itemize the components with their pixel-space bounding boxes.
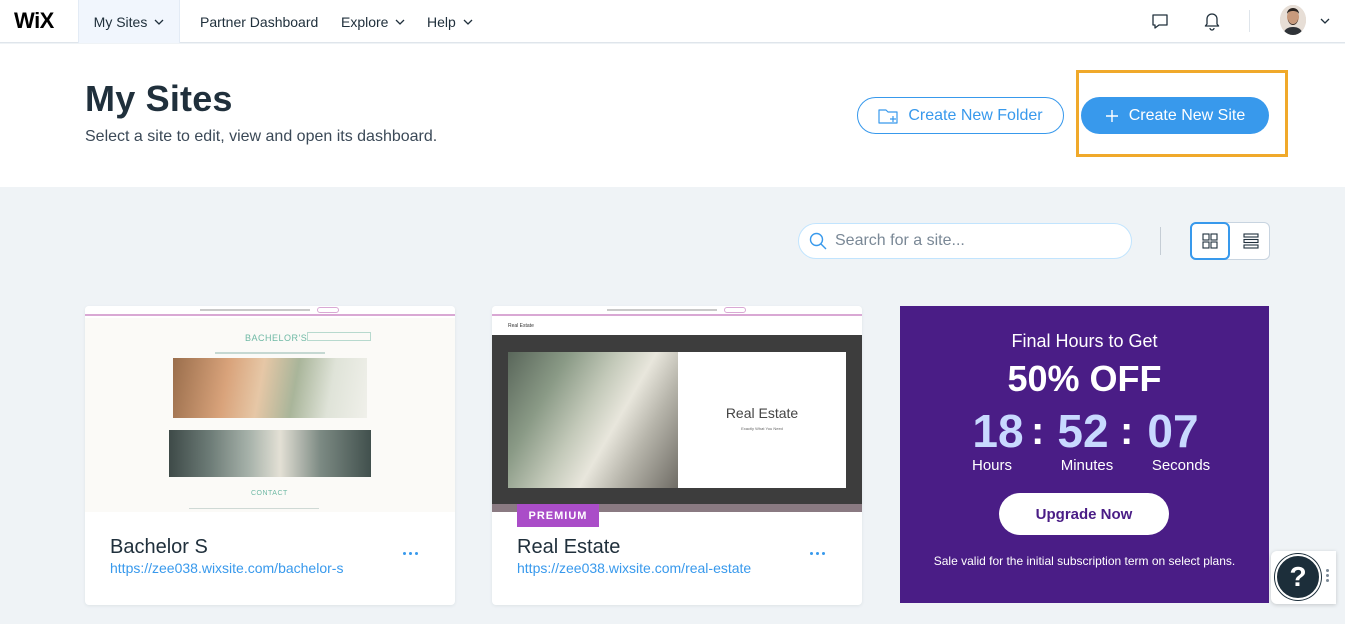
thumbnail-banner-text — [200, 309, 310, 311]
divider — [1249, 10, 1250, 32]
create-new-site-label: Create New Site — [1128, 106, 1246, 124]
countdown-separator: : — [1120, 409, 1134, 453]
avatar[interactable] — [1280, 5, 1306, 35]
help-widget: ? — [1271, 551, 1336, 604]
folder-plus-icon — [878, 108, 898, 124]
countdown-minutes: 52 — [1057, 405, 1109, 457]
chevron-down-icon — [154, 19, 164, 25]
site-search[interactable] — [798, 223, 1132, 259]
countdown-seconds-label: Seconds — [1151, 457, 1211, 474]
premium-badge: PREMIUM — [517, 504, 599, 527]
create-new-site-button[interactable]: Create New Site — [1081, 97, 1269, 134]
countdown-hours: 18 — [972, 405, 1024, 457]
site-name: Real Estate — [517, 536, 621, 558]
chevron-down-icon[interactable] — [1320, 18, 1330, 24]
list-view-icon — [1242, 233, 1259, 249]
nav-help[interactable]: Help — [427, 0, 473, 43]
nav-my-sites[interactable]: My Sites — [78, 0, 180, 43]
plus-icon — [1105, 109, 1118, 122]
divider — [1160, 227, 1161, 255]
chevron-down-icon — [463, 19, 473, 25]
create-new-folder-button[interactable]: Create New Folder — [857, 97, 1064, 134]
view-toggle — [1190, 222, 1270, 260]
site-thumbnail[interactable]: Real Estate Real Estate Exactly What You… — [492, 306, 862, 512]
thumbnail-hero-panel: Real Estate Exactly What You Need — [678, 352, 846, 488]
thumbnail-nav — [215, 352, 325, 354]
help-menu-icon[interactable] — [1326, 569, 1329, 583]
thumbnail-banner-text — [607, 309, 717, 311]
thumbnail-banner-pill — [317, 307, 339, 313]
nav-explore-label: Explore — [341, 13, 389, 30]
site-card[interactable]: BACHELOR'S CONTACT Bachelor S https://ze… — [85, 306, 455, 605]
wix-logo[interactable]: WiX — [14, 8, 54, 34]
site-name: Bachelor S — [110, 536, 208, 558]
promo-discount: 50% OFF — [1007, 358, 1162, 399]
countdown-minutes-label: Minutes — [1060, 457, 1114, 474]
site-url[interactable]: https://zee038.wixsite.com/bachelor-s — [110, 560, 343, 576]
promo-note: Sale valid for the initial subscription … — [933, 554, 1236, 568]
countdown-seconds: 07 — [1147, 405, 1199, 457]
thumbnail-banner-pill — [724, 307, 746, 313]
thumbnail-section-title: CONTACT — [251, 490, 288, 497]
upgrade-now-button[interactable]: Upgrade Now — [999, 493, 1169, 535]
help-button[interactable]: ? — [1275, 554, 1321, 600]
thumbnail-photo — [173, 358, 367, 418]
thumbnail-hero-subtitle: Exactly What You Need — [741, 426, 783, 431]
thumbnail-photo — [508, 352, 678, 488]
top-bar: WiX My Sites Partner Dashboard Explore H… — [0, 0, 1345, 43]
grid-view-icon — [1202, 233, 1218, 249]
thumbnail-page: Real Estate Exactly What You Need — [492, 335, 862, 512]
site-card[interactable]: Real Estate Real Estate Exactly What You… — [492, 306, 862, 605]
nav-partner-dashboard[interactable]: Partner Dashboard — [200, 0, 318, 43]
page-subtitle: Select a site to edit, view and open its… — [85, 128, 438, 145]
nav-explore[interactable]: Explore — [341, 0, 405, 43]
site-thumbnail[interactable]: BACHELOR'S CONTACT — [85, 306, 455, 512]
more-actions-button[interactable] — [403, 548, 421, 558]
grid-view-button[interactable] — [1190, 222, 1230, 260]
thumbnail-page: BACHELOR'S CONTACT — [85, 318, 455, 512]
thumbnail-header: Real Estate — [492, 318, 862, 335]
create-new-folder-label: Create New Folder — [908, 106, 1043, 124]
thumbnail-header-text: Real Estate — [508, 323, 534, 329]
promo-headline: Final Hours to Get — [1011, 331, 1158, 351]
countdown-separator: : — [1031, 409, 1045, 453]
promo-banner: Final Hours to Get 50% OFF 18 : 52 : 07 … — [900, 306, 1269, 603]
search-icon — [809, 232, 827, 250]
chat-icon[interactable] — [1149, 10, 1171, 32]
countdown-hours-label: Hours — [971, 457, 1012, 474]
thumbnail-form-line — [189, 508, 319, 509]
thumbnail-hero-title: Real Estate — [725, 405, 799, 421]
thumbnail-banner — [492, 306, 862, 316]
more-actions-button[interactable] — [810, 548, 828, 558]
nav-partner-dashboard-label: Partner Dashboard — [200, 13, 319, 30]
nav-help-label: Help — [427, 13, 456, 30]
page-title: My Sites — [85, 78, 233, 119]
thumbnail-brand: BACHELOR'S — [245, 333, 308, 343]
thumbnail-photo — [169, 430, 371, 477]
search-input[interactable] — [835, 232, 1105, 250]
bell-icon[interactable] — [1201, 10, 1223, 32]
thumbnail-banner — [85, 306, 455, 316]
thumbnail-search — [307, 332, 371, 341]
nav-my-sites-label: My Sites — [93, 13, 148, 30]
list-view-button[interactable] — [1231, 223, 1270, 259]
chevron-down-icon — [396, 19, 405, 25]
site-url[interactable]: https://zee038.wixsite.com/real-estate — [517, 560, 751, 576]
